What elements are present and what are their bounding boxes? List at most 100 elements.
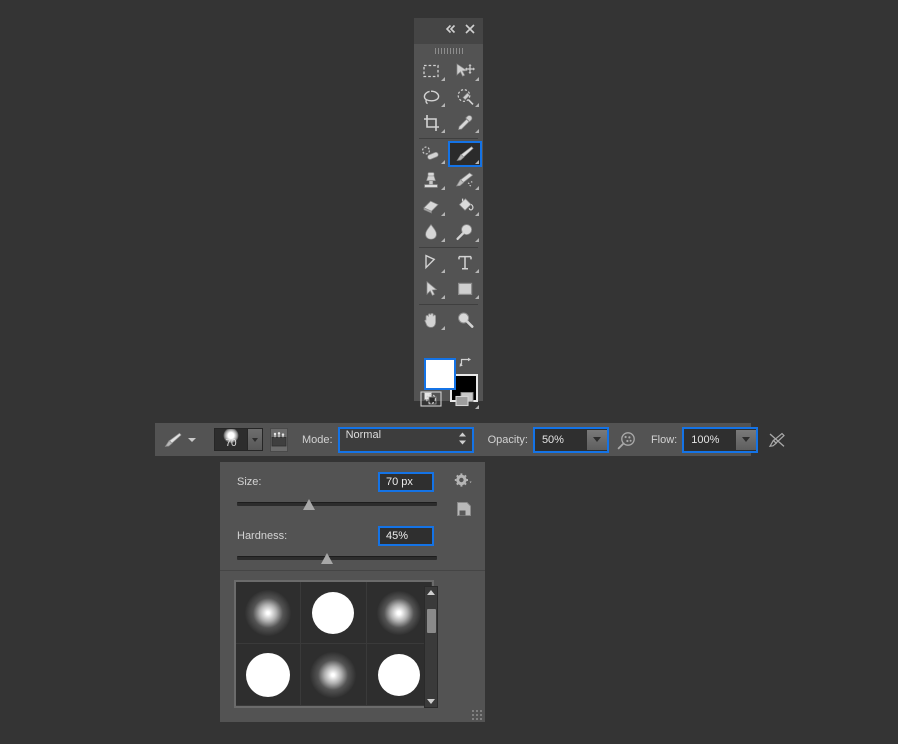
- crop-tool[interactable]: [414, 110, 448, 136]
- resize-grip-icon[interactable]: [472, 710, 482, 720]
- tool-flyout-marker: [441, 212, 445, 216]
- panel-divider: [220, 570, 485, 571]
- clone-stamp-tool[interactable]: [414, 167, 448, 193]
- scrollbar-thumb[interactable]: [427, 609, 436, 634]
- brush-preset-hard-round-3[interactable]: [366, 644, 432, 706]
- flow-chevron-down-icon[interactable]: [736, 429, 757, 450]
- tool-flyout-marker: [475, 186, 479, 190]
- lasso-tool[interactable]: [414, 84, 448, 110]
- brush-preset-soft-round-2[interactable]: [366, 582, 432, 644]
- foreground-color-swatch[interactable]: [424, 358, 456, 390]
- eraser-tool[interactable]: [414, 193, 448, 219]
- brush-preset-thumbnail: 70: [215, 429, 247, 450]
- tool-flyout-marker: [441, 238, 445, 242]
- tool-divider: [419, 304, 478, 305]
- tool-row: [414, 307, 483, 333]
- options-bar: 70 Mode: Normal Opacity: 50% Flow: 100%: [155, 423, 786, 456]
- brush-tool-icon[interactable]: [163, 429, 183, 451]
- brush-tool[interactable]: [448, 141, 482, 167]
- chevron-down-icon[interactable]: [247, 429, 262, 450]
- tool-flyout-marker: [475, 269, 479, 273]
- hardness-label: Hardness:: [237, 530, 288, 542]
- move-tool[interactable]: [448, 58, 482, 84]
- blend-mode-select[interactable]: Normal: [339, 428, 472, 451]
- opacity-value: 50%: [541, 433, 564, 446]
- swap-colors-icon[interactable]: [459, 356, 473, 370]
- brush-presets-grid: [236, 582, 432, 706]
- tool-flyout-marker: [441, 186, 445, 190]
- rectangle-tool[interactable]: [448, 276, 482, 302]
- tool-row: [414, 250, 483, 276]
- opacity-chevron-down-icon[interactable]: [586, 429, 607, 450]
- flow-label: Flow:: [650, 433, 678, 446]
- hardness-slider-handle[interactable]: [320, 553, 334, 564]
- size-value-input[interactable]: 70 px: [378, 472, 434, 492]
- tool-row: [414, 276, 483, 302]
- toolbar-footer: [414, 386, 483, 416]
- dodge-tool[interactable]: [448, 219, 482, 245]
- new-preset-icon[interactable]: [456, 501, 472, 517]
- brush-preset-thumbnail: [245, 589, 292, 636]
- tools-panel-header[interactable]: [414, 18, 483, 44]
- brush-preset-thumbnail: [310, 651, 357, 698]
- tool-row: [414, 193, 483, 219]
- brush-preset-thumbnail: [312, 591, 355, 634]
- spot-healing-brush-tool[interactable]: [414, 141, 448, 167]
- close-icon[interactable]: [463, 22, 477, 36]
- drag-grip-icon[interactable]: [434, 48, 463, 54]
- hardness-value-input[interactable]: 45%: [378, 526, 434, 546]
- quick-selection-tool[interactable]: [448, 84, 482, 110]
- hardness-slider-track[interactable]: [237, 556, 437, 560]
- brush-preset-hard-round-1[interactable]: [301, 582, 367, 644]
- path-selection-tool[interactable]: [414, 276, 448, 302]
- type-tool[interactable]: [448, 250, 482, 276]
- brush-presets-scrollbar[interactable]: [424, 586, 438, 708]
- brush-preset-soft-round-1[interactable]: [236, 582, 302, 644]
- paint-bucket-tool[interactable]: [448, 193, 482, 219]
- brush-size-value: 70: [225, 438, 237, 449]
- brush-preset-hard-round-2[interactable]: [236, 644, 302, 706]
- screen-mode-button[interactable]: [448, 386, 482, 412]
- rectangular-marquee-tool[interactable]: [414, 58, 448, 84]
- flow-field[interactable]: 100%: [682, 426, 759, 453]
- blend-mode-field[interactable]: Normal: [337, 426, 474, 453]
- size-slider-track[interactable]: [237, 502, 437, 506]
- size-row: Size: 70 px: [220, 462, 485, 516]
- opacity-label: Opacity:: [487, 433, 528, 446]
- tool-flyout-marker: [441, 129, 445, 133]
- brush-preset-thumbnail: [377, 653, 420, 696]
- hand-tool[interactable]: [414, 307, 448, 333]
- eyedropper-tool[interactable]: [448, 110, 482, 136]
- tool-row: [414, 110, 483, 136]
- scroll-up-arrow-icon[interactable]: [425, 587, 437, 598]
- history-brush-tool[interactable]: [448, 167, 482, 193]
- flow-input[interactable]: 100%: [684, 428, 757, 451]
- brush-panel-toggle[interactable]: [270, 427, 288, 452]
- pen-tool[interactable]: [414, 250, 448, 276]
- tool-preset-chevron-down-icon[interactable]: [188, 437, 196, 442]
- size-label: Size:: [237, 476, 262, 488]
- opacity-input[interactable]: 50%: [534, 428, 607, 451]
- hardness-row: Hardness: 45%: [220, 516, 485, 570]
- scroll-down-arrow-icon[interactable]: [425, 696, 437, 707]
- tool-flyout-marker: [475, 103, 479, 107]
- tool-flyout-marker: [441, 77, 445, 81]
- blend-mode-value: Normal: [345, 428, 382, 441]
- double-chevron-left-icon[interactable]: [443, 22, 457, 36]
- stepper-arrows-icon[interactable]: [458, 431, 467, 448]
- mode-label: Mode:: [302, 433, 333, 446]
- opacity-field[interactable]: 50%: [532, 426, 609, 453]
- brush-preset-picker[interactable]: 70: [214, 428, 263, 451]
- size-slider-handle[interactable]: [302, 499, 316, 510]
- quick-mask-button[interactable]: [414, 386, 448, 412]
- tablet-pressure-icon[interactable]: [767, 428, 787, 452]
- zoom-tool[interactable]: [448, 307, 482, 333]
- tool-divider: [419, 247, 478, 248]
- blur-tool[interactable]: [414, 219, 448, 245]
- tool-flyout-marker: [441, 326, 445, 330]
- gear-icon[interactable]: [453, 472, 473, 490]
- tool-row: [414, 219, 483, 245]
- airbrush-icon[interactable]: [617, 428, 637, 452]
- tool-flyout-marker: [475, 405, 479, 409]
- brush-preset-soft-round-3[interactable]: [301, 644, 367, 706]
